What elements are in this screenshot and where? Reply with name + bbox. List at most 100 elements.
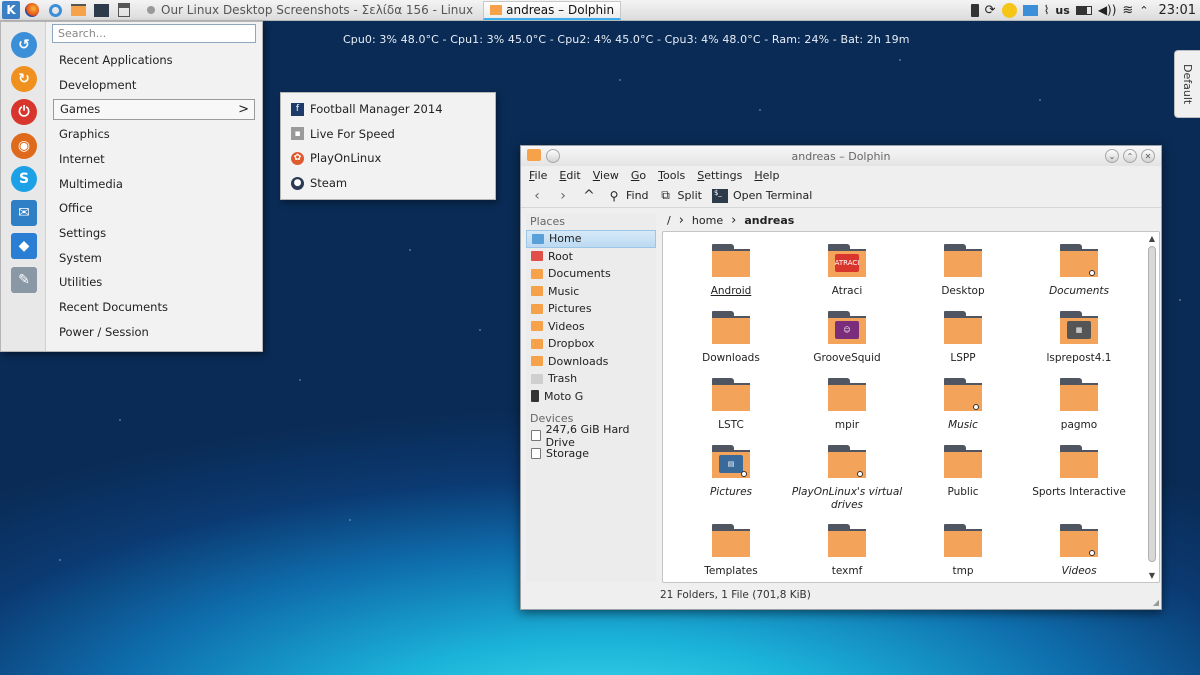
game-item[interactable]: f Football Manager 2014 bbox=[291, 98, 443, 120]
file-item[interactable]: PlayOnLinux's virtual drives bbox=[789, 441, 905, 520]
file-item[interactable]: Public bbox=[905, 441, 1021, 520]
scroll-up-icon[interactable]: ▲ bbox=[1147, 234, 1157, 243]
open-terminal-button[interactable]: $_ Open Terminal bbox=[711, 188, 812, 203]
file-item[interactable]: ATRACI Atraci bbox=[789, 240, 905, 307]
forward-button[interactable]: › bbox=[555, 188, 571, 204]
minimize-button[interactable]: ⌄ bbox=[1105, 149, 1119, 163]
menu-item-settings[interactable]: Settings bbox=[53, 223, 255, 244]
window-titlebar[interactable]: andreas – Dolphin ⌄ ⌃ ✕ bbox=[521, 146, 1161, 166]
vertical-scrollbar[interactable]: ▲ ▼ bbox=[1147, 234, 1157, 580]
menu-item-office[interactable]: Office bbox=[53, 198, 255, 219]
file-item[interactable]: LSTC bbox=[673, 374, 789, 441]
file-item[interactable]: mpir bbox=[789, 374, 905, 441]
skype-icon[interactable]: S bbox=[11, 166, 37, 192]
device-item[interactable]: 247,6 GiB Hard Drive bbox=[526, 423, 656, 449]
place-documents[interactable]: Documents bbox=[526, 265, 656, 283]
update-manager-icon[interactable]: ↻ bbox=[11, 65, 37, 92]
file-item[interactable]: pagmo bbox=[1021, 374, 1137, 441]
place-videos[interactable]: Videos bbox=[526, 318, 656, 336]
file-item[interactable]: Sports Interactive bbox=[1021, 441, 1137, 520]
taskbar-item[interactable]: Our Linux Desktop Screenshots - Σελίδα 1… bbox=[141, 1, 479, 20]
place-root[interactable]: Root bbox=[526, 248, 656, 266]
place-home[interactable]: Home bbox=[526, 230, 656, 248]
breadcrumb-item[interactable]: andreas bbox=[744, 214, 794, 227]
menu-item-recent-applications[interactable]: Recent Applications bbox=[53, 50, 255, 71]
breadcrumb-item[interactable]: home bbox=[692, 214, 723, 227]
game-item[interactable]: ● Steam bbox=[291, 172, 347, 194]
menu-file[interactable]: File bbox=[529, 169, 547, 182]
place-pictures[interactable]: Pictures bbox=[526, 300, 656, 318]
power-icon[interactable]: ⏻ bbox=[11, 99, 37, 125]
firefox-icon[interactable] bbox=[23, 2, 41, 18]
place-downloads[interactable]: Downloads bbox=[526, 353, 656, 371]
file-item[interactable]: Documents bbox=[1021, 240, 1137, 307]
search-input[interactable]: Search... bbox=[52, 24, 256, 43]
wifi-icon[interactable]: ≋ bbox=[1122, 3, 1133, 18]
file-item[interactable]: LSPP bbox=[905, 307, 1021, 374]
file-item[interactable]: Templates bbox=[673, 520, 789, 582]
game-item[interactable]: ✿ PlayOnLinux bbox=[291, 147, 381, 169]
system-settings-icon[interactable]: ↺ bbox=[11, 32, 37, 58]
phone-icon[interactable] bbox=[970, 3, 979, 17]
clipboard-icon[interactable]: ⌇ bbox=[1044, 3, 1050, 17]
file-item[interactable]: ☺ GrooveSquid bbox=[789, 307, 905, 374]
menu-tools[interactable]: Tools bbox=[658, 169, 685, 182]
window-menu-button[interactable] bbox=[546, 149, 560, 163]
file-item[interactable]: Music bbox=[905, 374, 1021, 441]
clock-alert-icon[interactable] bbox=[1001, 2, 1017, 18]
scrollbar-thumb[interactable] bbox=[1148, 246, 1156, 562]
scroll-down-icon[interactable]: ▼ bbox=[1147, 571, 1157, 580]
find-button[interactable]: ⚲ Find bbox=[607, 189, 649, 203]
taskbar-item[interactable]: andreas – Dolphin bbox=[483, 0, 622, 20]
notifications-icon[interactable]: ⌃ bbox=[1139, 4, 1148, 17]
menu-settings[interactable]: Settings bbox=[697, 169, 742, 182]
window-switcher-icon[interactable] bbox=[115, 2, 133, 18]
file-item[interactable]: ▦ lsprepost4.1 bbox=[1021, 307, 1137, 374]
back-button[interactable]: ‹ bbox=[529, 188, 545, 204]
menu-item-system[interactable]: System bbox=[53, 248, 255, 269]
menu-item-power-session[interactable]: Power / Session bbox=[53, 322, 255, 343]
menu-view[interactable]: View bbox=[593, 169, 619, 182]
clock[interactable]: 23:01 bbox=[1159, 3, 1196, 18]
split-button[interactable]: ⧉ Split bbox=[659, 188, 702, 203]
menu-item-development[interactable]: Development bbox=[53, 75, 255, 96]
menu-edit[interactable]: Edit bbox=[559, 169, 580, 182]
maximize-button[interactable]: ⌃ bbox=[1123, 149, 1137, 163]
file-item[interactable]: Desktop bbox=[905, 240, 1021, 307]
resize-grip[interactable]: ◢ bbox=[1153, 598, 1159, 607]
folder-icon[interactable] bbox=[69, 2, 87, 18]
file-item[interactable]: tmp bbox=[905, 520, 1021, 582]
menu-go[interactable]: Go bbox=[631, 169, 646, 182]
file-item[interactable]: Downloads bbox=[673, 307, 789, 374]
file-item[interactable]: Videos bbox=[1021, 520, 1137, 582]
application-launcher-button[interactable]: K bbox=[2, 1, 20, 19]
mail-icon[interactable] bbox=[1022, 4, 1038, 16]
file-item[interactable]: texmf bbox=[789, 520, 905, 582]
activity-tab[interactable]: Default bbox=[1174, 50, 1200, 118]
terminal-icon[interactable] bbox=[92, 2, 110, 18]
battery-icon[interactable] bbox=[1075, 5, 1092, 15]
up-button[interactable]: ^ bbox=[581, 188, 597, 204]
place-moto-g[interactable]: Moto G bbox=[526, 388, 656, 406]
menu-help[interactable]: Help bbox=[754, 169, 779, 182]
place-dropbox[interactable]: Dropbox bbox=[526, 335, 656, 353]
firefox-icon[interactable]: ◉ bbox=[11, 132, 37, 159]
place-music[interactable]: Music bbox=[526, 283, 656, 301]
refresh-icon[interactable]: ⟳ bbox=[985, 3, 996, 18]
menu-item-games[interactable]: Games > bbox=[53, 99, 255, 121]
menu-item-graphics[interactable]: Graphics bbox=[53, 124, 255, 145]
menu-item-internet[interactable]: Internet bbox=[53, 149, 255, 170]
menu-item-utilities[interactable]: Utilities bbox=[53, 272, 255, 293]
menu-item-recent-documents[interactable]: Recent Documents bbox=[53, 297, 255, 318]
dropbox-icon[interactable]: ◆ bbox=[11, 233, 37, 259]
volume-icon[interactable]: ◀)) bbox=[1098, 3, 1117, 17]
mail-icon[interactable]: ✉ bbox=[11, 199, 37, 226]
place-trash[interactable]: Trash bbox=[526, 370, 656, 388]
panel-splitter[interactable] bbox=[657, 214, 661, 582]
tools-icon[interactable]: ✎ bbox=[11, 266, 37, 293]
update-icon[interactable] bbox=[46, 2, 64, 18]
file-item[interactable]: ▤ Pictures bbox=[673, 441, 789, 520]
file-item[interactable]: Android bbox=[673, 240, 789, 307]
breadcrumb-root[interactable]: / bbox=[667, 214, 671, 227]
keyboard-layout[interactable]: us bbox=[1055, 4, 1069, 17]
